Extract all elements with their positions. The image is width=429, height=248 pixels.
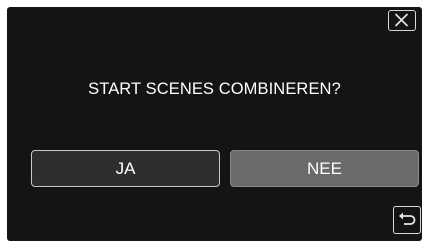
dialog-screen (7, 7, 422, 241)
close-button[interactable] (388, 10, 416, 31)
no-button[interactable]: NEE (230, 150, 419, 187)
dialog-question: START SCENES COMBINEREN? (88, 80, 341, 98)
yes-button[interactable]: JA (31, 150, 220, 187)
yes-button-label: JA (115, 158, 136, 178)
close-icon (394, 13, 409, 27)
back-button[interactable] (393, 206, 421, 234)
return-arrow-icon (399, 212, 416, 225)
no-button-label: NEE (307, 158, 342, 178)
